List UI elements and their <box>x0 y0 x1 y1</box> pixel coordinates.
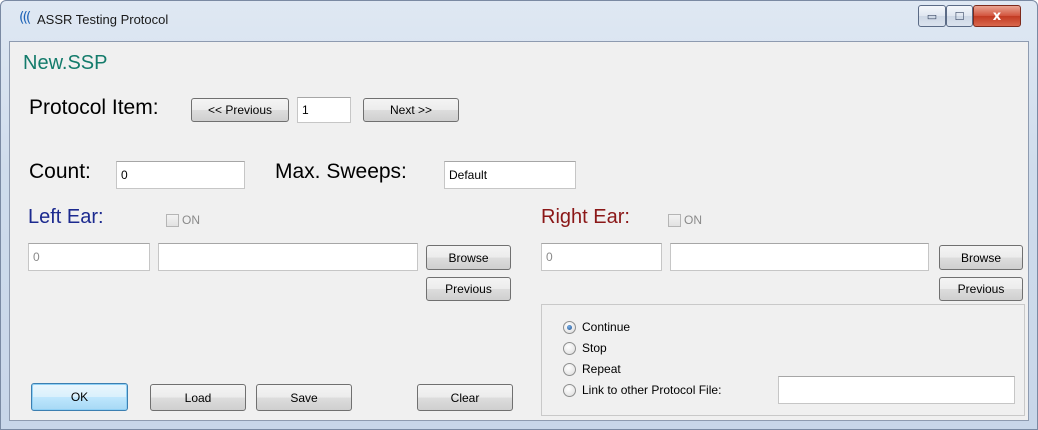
protocol-previous-button[interactable]: << Previous <box>191 98 289 122</box>
app-window: ((( ASSR Testing Protocol ▭ ☐ x New.SSP … <box>0 0 1038 430</box>
minimize-icon: ▭ <box>926 9 938 23</box>
left-ear-on-checkbox[interactable] <box>166 214 179 227</box>
protocol-item-input[interactable]: 1 <box>297 97 351 123</box>
clear-label: Clear <box>450 390 480 405</box>
count-input[interactable]: 0 <box>116 161 245 189</box>
repeat-label: Repeat <box>582 362 621 376</box>
minimize-button[interactable]: ▭ <box>918 5 946 27</box>
right-ear-browse-button[interactable]: Browse <box>939 245 1023 270</box>
save-label: Save <box>290 390 318 405</box>
file-name: New.SSP <box>23 52 108 74</box>
link-protocol-file-label: Link to other Protocol File: <box>582 383 722 397</box>
protocol-item-label: Protocol Item: <box>29 96 159 119</box>
count-value: 0 <box>121 168 128 182</box>
max-sweeps-input[interactable]: Default <box>444 161 576 189</box>
repeat-radio[interactable] <box>563 363 576 376</box>
right-ear-label: Right Ear: <box>541 206 630 228</box>
load-label: Load <box>184 390 212 405</box>
protocol-next-label: Next >> <box>389 103 433 117</box>
right-ear-number-value: 0 <box>546 250 553 264</box>
left-ear-browse-button[interactable]: Browse <box>426 245 511 270</box>
stop-radio[interactable] <box>563 342 576 355</box>
left-ear-previous-button[interactable]: Previous <box>426 277 511 301</box>
window-title: ASSR Testing Protocol <box>37 12 169 27</box>
left-ear-previous-label: Previous <box>445 282 492 296</box>
right-ear-previous-button[interactable]: Previous <box>939 277 1023 301</box>
load-button[interactable]: Load <box>150 384 246 411</box>
left-ear-number-value: 0 <box>33 250 40 264</box>
left-ear-label: Left Ear: <box>28 206 104 228</box>
title-bar[interactable]: ((( ASSR Testing Protocol ▭ ☐ x <box>1 1 1037 41</box>
save-button[interactable]: Save <box>256 384 352 411</box>
close-icon: x <box>992 8 1002 24</box>
right-ear-previous-label: Previous <box>957 282 1005 296</box>
link-protocol-file-input[interactable] <box>778 376 1015 404</box>
protocol-next-button[interactable]: Next >> <box>363 98 459 122</box>
left-ear-browse-label: Browse <box>448 250 489 265</box>
maximize-button[interactable]: ☐ <box>946 5 973 27</box>
left-ear-path-input[interactable] <box>158 243 418 271</box>
stop-label: Stop <box>582 341 607 355</box>
count-label: Count: <box>29 160 91 183</box>
protocol-previous-label: << Previous <box>207 103 273 117</box>
left-ear-number-input[interactable]: 0 <box>28 243 150 271</box>
left-ear-on-label: ON <box>182 213 200 227</box>
protocol-item-value: 1 <box>302 103 309 117</box>
maximize-icon: ☐ <box>954 9 965 23</box>
dialog-body: New.SSP Protocol Item: << Previous 1 Nex… <box>9 41 1029 421</box>
ok-label: OK <box>70 390 89 404</box>
continue-radio[interactable] <box>563 321 576 334</box>
app-icon: ((( <box>19 10 31 26</box>
close-button[interactable]: x <box>973 5 1021 27</box>
link-protocol-file-radio[interactable] <box>563 384 576 397</box>
after-options-panel: Continue Stop Repeat Link to other Proto… <box>541 304 1025 416</box>
clear-button[interactable]: Clear <box>417 384 513 411</box>
right-ear-number-input[interactable]: 0 <box>541 243 662 271</box>
ok-button[interactable]: OK <box>31 383 128 411</box>
right-ear-on-checkbox[interactable] <box>668 214 681 227</box>
right-ear-browse-label: Browse <box>960 250 1001 265</box>
right-ear-path-input[interactable] <box>670 243 929 271</box>
right-ear-on-label: ON <box>684 213 702 227</box>
continue-label: Continue <box>582 320 631 334</box>
max-sweeps-label: Max. Sweeps: <box>275 160 407 183</box>
max-sweeps-value: Default <box>449 168 488 182</box>
